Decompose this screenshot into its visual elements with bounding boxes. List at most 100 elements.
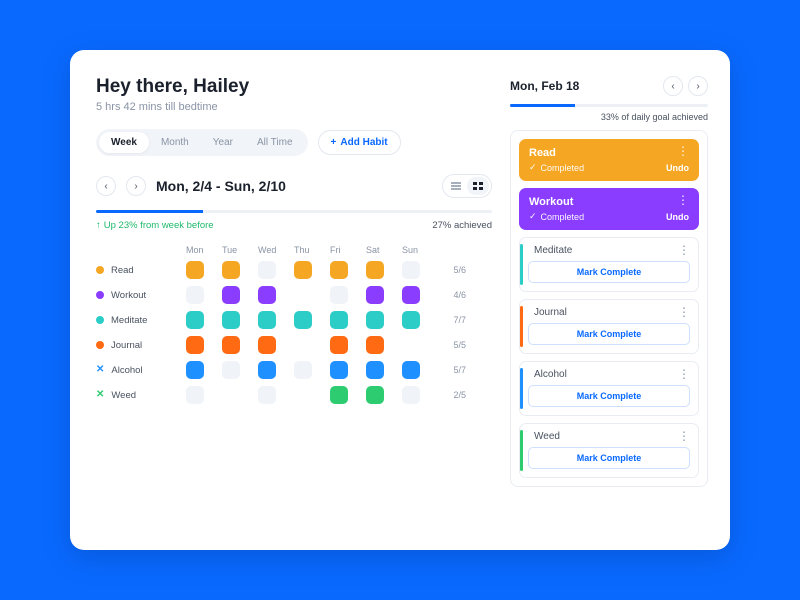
next-day-button[interactable]: ›	[688, 76, 708, 96]
habit-cell[interactable]	[186, 311, 204, 329]
mark-complete-button[interactable]: Mark Complete	[528, 323, 690, 345]
habit-cell[interactable]	[366, 386, 384, 404]
period-tab-week[interactable]: Week	[99, 132, 149, 153]
date-range: Mon, 2/4 - Sun, 2/10	[156, 178, 432, 194]
day-habits-list: ⋮Read✓CompletedUndo⋮Workout✓CompletedUnd…	[510, 130, 708, 487]
habit-cell[interactable]	[222, 311, 240, 329]
habit-cell[interactable]	[258, 386, 276, 404]
grid-icon	[473, 182, 483, 190]
habit-cell[interactable]	[330, 286, 348, 304]
dot-icon	[96, 291, 104, 299]
more-icon[interactable]: ⋮	[678, 244, 690, 256]
next-week-button[interactable]: ›	[126, 176, 146, 196]
habit-cell[interactable]	[330, 361, 348, 379]
habit-cell[interactable]	[402, 361, 420, 379]
habit-count: 2/5	[438, 390, 466, 400]
day-progress-text: 33% of daily goal achieved	[510, 112, 708, 122]
habit-row-workout: Workout 4/6	[96, 286, 492, 304]
accent-bar	[520, 430, 523, 471]
habit-cell[interactable]	[186, 336, 204, 354]
habit-cell[interactable]	[366, 361, 384, 379]
more-icon[interactable]: ⋮	[677, 145, 689, 157]
habit-name: Alcohol	[111, 365, 142, 376]
habit-cell[interactable]	[330, 261, 348, 279]
habit-cell[interactable]	[330, 386, 348, 404]
habit-count: 5/7	[438, 365, 466, 375]
more-icon[interactable]: ⋮	[678, 368, 690, 380]
mark-complete-button[interactable]: Mark Complete	[528, 385, 690, 407]
done-title: Read	[529, 147, 689, 159]
habit-cell[interactable]	[294, 311, 312, 329]
habit-cell[interactable]	[330, 311, 348, 329]
habit-cell[interactable]	[366, 261, 384, 279]
habit-grid: MonTueWedThuFriSatSun Read5/6Workout4/6M…	[96, 245, 492, 404]
habit-cell[interactable]	[222, 286, 240, 304]
prev-day-button[interactable]: ‹	[663, 76, 683, 96]
habit-cell[interactable]	[222, 361, 240, 379]
habit-row-alcohol: ✕ Alcohol 5/7	[96, 361, 492, 379]
list-view-button[interactable]	[445, 177, 467, 195]
todo-card-meditate: ⋮Meditate Mark Complete	[519, 237, 699, 292]
add-habit-button[interactable]: + Add Habit	[318, 130, 401, 155]
more-icon[interactable]: ⋮	[677, 194, 689, 206]
prev-week-button[interactable]: ‹	[96, 176, 116, 196]
check-icon: ✓	[529, 211, 537, 222]
habit-cell[interactable]	[258, 261, 276, 279]
habit-cell[interactable]	[186, 261, 204, 279]
habit-cell[interactable]	[294, 361, 312, 379]
accent-bar	[520, 368, 523, 409]
more-icon[interactable]: ⋮	[678, 306, 690, 318]
main-panel: Hey there, Hailey 5 hrs 42 mins till bed…	[96, 76, 492, 530]
habit-cell[interactable]	[294, 261, 312, 279]
x-icon: ✕	[96, 390, 104, 400]
day-header-sun: Sun	[402, 245, 434, 255]
habit-cell[interactable]	[222, 261, 240, 279]
habit-cell[interactable]	[258, 311, 276, 329]
habit-cell[interactable]	[366, 311, 384, 329]
dot-icon	[96, 266, 104, 274]
habit-cell[interactable]	[258, 286, 276, 304]
todo-title: Meditate	[534, 245, 690, 256]
greeting: Hey there, Hailey	[96, 76, 492, 98]
habit-name: Read	[111, 265, 134, 276]
habit-count: 4/6	[438, 290, 466, 300]
habit-cell[interactable]	[258, 336, 276, 354]
day-header: Mon, Feb 18 ‹ ›	[510, 76, 708, 96]
day-header-thu: Thu	[294, 245, 326, 255]
habit-cell[interactable]	[186, 361, 204, 379]
habit-cell[interactable]	[330, 336, 348, 354]
day-header-fri: Fri	[330, 245, 362, 255]
day-panel: Mon, Feb 18 ‹ › 33% of daily goal achiev…	[510, 76, 708, 530]
completed-label: ✓Completed	[529, 211, 689, 222]
habit-cell[interactable]	[402, 261, 420, 279]
habit-cell[interactable]	[402, 386, 420, 404]
dot-icon	[96, 316, 104, 324]
x-icon: ✕	[96, 365, 104, 375]
habit-cell[interactable]	[222, 336, 240, 354]
bedtime-countdown: 5 hrs 42 mins till bedtime	[96, 101, 492, 113]
habit-count: 5/6	[438, 265, 466, 275]
habit-cell[interactable]	[186, 386, 204, 404]
habit-cell[interactable]	[366, 286, 384, 304]
undo-button[interactable]: Undo	[666, 212, 689, 222]
habit-name: Meditate	[111, 315, 147, 326]
habit-cell[interactable]	[402, 286, 420, 304]
habit-cell[interactable]	[258, 361, 276, 379]
day-header-sat: Sat	[366, 245, 398, 255]
habit-label: Workout	[96, 290, 182, 301]
more-icon[interactable]: ⋮	[678, 430, 690, 442]
period-tab-year[interactable]: Year	[201, 132, 245, 153]
trend-text: Up 23% from week before	[104, 220, 214, 231]
mark-complete-button[interactable]: Mark Complete	[528, 447, 690, 469]
undo-button[interactable]: Undo	[666, 163, 689, 173]
mark-complete-button[interactable]: Mark Complete	[528, 261, 690, 283]
habit-name: Weed	[111, 390, 136, 401]
period-tab-all-time[interactable]: All Time	[245, 132, 305, 153]
habit-cell[interactable]	[186, 286, 204, 304]
done-card-workout: ⋮Workout✓CompletedUndo	[519, 188, 699, 230]
grid-view-button[interactable]	[467, 177, 489, 195]
habit-cell[interactable]	[366, 336, 384, 354]
habit-cell[interactable]	[402, 311, 420, 329]
period-tab-month[interactable]: Month	[149, 132, 201, 153]
done-card-read: ⋮Read✓CompletedUndo	[519, 139, 699, 181]
